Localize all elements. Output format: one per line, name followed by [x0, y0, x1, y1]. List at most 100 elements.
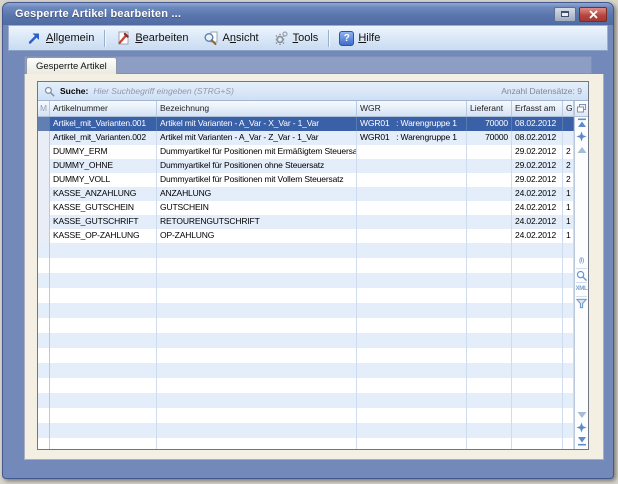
- table-row[interactable]: KASSE_OP-ZAHLUNGOP-ZAHLUNG24.02.20121: [38, 229, 574, 243]
- cell-g: 2: [563, 159, 574, 173]
- table-row[interactable]: DUMMY_ERMDummyartikel für Positionen mit…: [38, 145, 574, 159]
- menu-tools[interactable]: Tools: [266, 28, 326, 48]
- cell-lieferant: [467, 303, 512, 318]
- scroll-to-top-button[interactable]: [576, 117, 588, 130]
- table-row[interactable]: KASSE_GUTSCHEINGUTSCHEIN24.02.20121: [38, 201, 574, 215]
- cell-artikelnummer: KASSE_GUTSCHEIN: [50, 201, 157, 215]
- cell-erfasst: 08.02.2012: [512, 131, 563, 145]
- tab-gesperrte-artikel[interactable]: Gesperrte Artikel: [26, 57, 117, 75]
- cell-lieferant: [467, 333, 512, 348]
- restore-button[interactable]: [554, 7, 576, 22]
- cell-erfasst: 29.02.2012: [512, 173, 563, 187]
- cell-m: [38, 288, 50, 303]
- header-lieferant[interactable]: Lieferant: [467, 101, 512, 116]
- cell-bezeichnung: Dummyartikel für Positionen ohne Steuers…: [157, 159, 357, 173]
- cell-erfasst: 29.02.2012: [512, 159, 563, 173]
- cell-g: [563, 131, 574, 145]
- search-bar[interactable]: Suche: Hier Suchbegriff eingeben (STRG+S…: [38, 82, 588, 101]
- menu-bearbeiten[interactable]: Bearbeiten: [108, 28, 195, 48]
- xml-icon: XML: [576, 286, 588, 292]
- cell-erfasst: 08.02.2012: [512, 117, 563, 131]
- page-up-button[interactable]: [576, 143, 588, 156]
- empty-row: [38, 318, 574, 333]
- cell-lieferant: [467, 393, 512, 408]
- cell-m: [38, 363, 50, 378]
- header-bezeichnung[interactable]: Bezeichnung: [157, 101, 357, 116]
- cell-g: [563, 438, 574, 449]
- cell-wgr: [357, 423, 467, 438]
- cell-g: [563, 273, 574, 288]
- header-wgr[interactable]: WGR: [357, 101, 467, 116]
- cell-m: [38, 131, 50, 145]
- cell-wgr: WGR01 : Warengruppe 1: [357, 131, 467, 145]
- cell-lieferant: [467, 438, 512, 449]
- cell-g: [563, 408, 574, 423]
- cell-erfasst: [512, 243, 563, 258]
- cell-artikelnummer: [50, 423, 157, 438]
- header-m[interactable]: M: [38, 101, 50, 116]
- jump-down-button[interactable]: [576, 421, 588, 434]
- cell-erfasst: 24.02.2012: [512, 215, 563, 229]
- xml-export-button[interactable]: XML: [576, 283, 588, 296]
- cell-bezeichnung: Artikel mit Varianten - A_Var - Z_Var - …: [157, 131, 357, 145]
- table-row[interactable]: DUMMY_VOLLDummyartikel für Positionen mi…: [38, 173, 574, 187]
- cell-g: 1: [563, 229, 574, 243]
- cell-artikelnummer: DUMMY_OHNE: [50, 159, 157, 173]
- cell-artikelnummer: [50, 393, 157, 408]
- cell-lieferant: [467, 187, 512, 201]
- cell-m: [38, 187, 50, 201]
- main-toolbar: Allgemein Bearbeiten Ansicht: [8, 25, 608, 51]
- cell-wgr: [357, 215, 467, 229]
- cell-artikelnummer: [50, 243, 157, 258]
- column-chooser-icon: [577, 104, 586, 113]
- cell-lieferant: [467, 273, 512, 288]
- cell-wgr: [357, 303, 467, 318]
- empty-row: [38, 333, 574, 348]
- cell-g: [563, 318, 574, 333]
- cell-wgr: [357, 258, 467, 273]
- search-input[interactable]: Hier Suchbegriff eingeben (STRG+S): [93, 86, 496, 96]
- cell-erfasst: [512, 333, 563, 348]
- table-search-button[interactable]: [576, 269, 588, 282]
- cell-erfasst: 24.02.2012: [512, 229, 563, 243]
- cell-wgr: [357, 273, 467, 288]
- cell-erfasst: [512, 318, 563, 333]
- table-row[interactable]: DUMMY_OHNEDummyartikel für Positionen oh…: [38, 159, 574, 173]
- table-row[interactable]: KASSE_ANZAHLUNGANZAHLUNG24.02.20121: [38, 187, 574, 201]
- info-button[interactable]: (I): [576, 255, 588, 268]
- page-down-button[interactable]: [576, 408, 588, 421]
- cell-g: [563, 117, 574, 131]
- empty-row: [38, 378, 574, 393]
- table-row[interactable]: KASSE_GUTSCHRIFTRETOURENGUTSCHRIFT24.02.…: [38, 215, 574, 229]
- filter-button[interactable]: [576, 297, 588, 310]
- search-icon: [576, 270, 587, 281]
- jump-up-button[interactable]: [576, 130, 588, 143]
- cell-m: [38, 243, 50, 258]
- cell-lieferant: [467, 258, 512, 273]
- cell-lieferant: [467, 288, 512, 303]
- cell-wgr: [357, 159, 467, 173]
- header-erfasst-am[interactable]: Erfasst am: [512, 101, 563, 116]
- menu-hilfe[interactable]: ? Hilfe: [332, 29, 387, 48]
- table-row[interactable]: Artikel_mit_Varianten.001Artikel mit Var…: [38, 117, 574, 131]
- cell-lieferant: [467, 173, 512, 187]
- scroll-to-bottom-icon: [577, 435, 587, 446]
- close-button[interactable]: [579, 7, 607, 22]
- cell-m: [38, 333, 50, 348]
- tab-strip: Gesperrte Artikel: [24, 56, 592, 74]
- header-g[interactable]: G: [563, 101, 574, 116]
- column-chooser-button[interactable]: [575, 101, 588, 117]
- menu-ansicht[interactable]: Ansicht: [196, 28, 266, 48]
- cell-wgr: [357, 145, 467, 159]
- scroll-to-bottom-button[interactable]: [576, 434, 588, 447]
- cell-m: [38, 303, 50, 318]
- cell-bezeichnung: [157, 408, 357, 423]
- dialog-window: Gesperrte Artikel bearbeiten ... Allgeme…: [2, 2, 614, 479]
- menu-allgemein[interactable]: Allgemein: [19, 28, 101, 48]
- table-row[interactable]: Artikel_mit_Varianten.002Artikel mit Var…: [38, 131, 574, 145]
- empty-row: [38, 258, 574, 273]
- cell-g: 2: [563, 145, 574, 159]
- header-artikelnummer[interactable]: Artikelnummer: [50, 101, 157, 116]
- cell-lieferant: [467, 408, 512, 423]
- cell-g: [563, 363, 574, 378]
